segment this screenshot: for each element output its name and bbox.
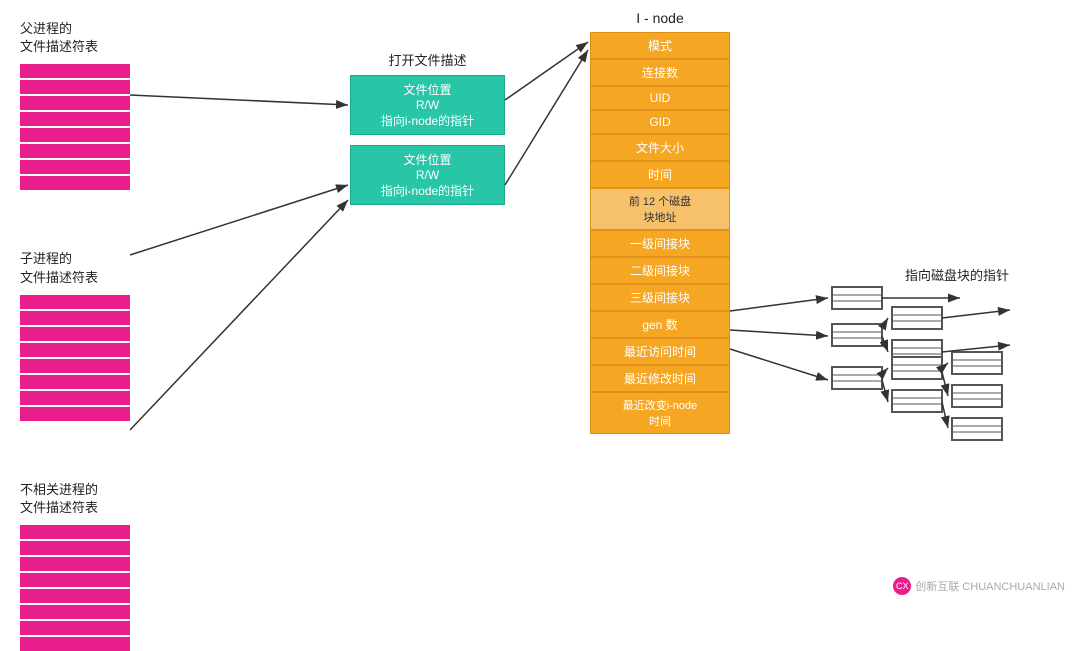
- fd-row: [20, 557, 130, 571]
- inode-mode: 模式: [590, 32, 730, 59]
- inode-gen: gen 数: [590, 311, 730, 338]
- inode-disk-addr: 前 12 个磁盘块地址: [590, 188, 730, 230]
- fd-row: [20, 621, 130, 635]
- fd-row: [20, 525, 130, 539]
- disk-block-level3-subsub1: [950, 350, 1010, 383]
- inode-section: I - node 模式 连接数 UID GID 文件大小 时间 前 12 个磁盘…: [590, 10, 730, 434]
- disk-block-level3-sub1: [890, 355, 950, 388]
- fd-row: [20, 64, 130, 78]
- open-file-entry-1: 文件位置 R/W 指向i-node的指针: [350, 75, 505, 135]
- fd-row: [20, 144, 130, 158]
- fd-row: [20, 295, 130, 309]
- unrelated-fd-table: [20, 525, 130, 651]
- inode-level2: 二级间接块: [590, 257, 730, 284]
- open-file-label: 打开文件描述: [350, 50, 505, 69]
- inode-level3: 三级间接块: [590, 284, 730, 311]
- open-file-position-2: 文件位置: [359, 151, 496, 168]
- open-file-rw-1: R/W: [359, 98, 496, 112]
- disk-block-level3-sub2: [890, 388, 950, 421]
- open-file-table: 文件位置 R/W 指向i-node的指针 文件位置 R/W 指向i-node的指…: [350, 75, 505, 205]
- fd-row: [20, 605, 130, 619]
- inode-table: 模式 连接数 UID GID 文件大小 时间 前 12 个磁盘块地址 一级间接块…: [590, 32, 730, 434]
- watermark-text: 创新互联 CHUANCHUANLIAN: [915, 578, 1065, 594]
- open-file-position-1: 文件位置: [359, 81, 496, 98]
- fd-row: [20, 407, 130, 421]
- inode-modify-time: 最近修改时间: [590, 365, 730, 392]
- parent-fd-label: 父进程的文件描述符表: [20, 20, 98, 56]
- inode-access-time: 最近访问时间: [590, 338, 730, 365]
- open-file-section: 打开文件描述 文件位置 R/W 指向i-node的指针 文件位置 R/W 指向i…: [350, 50, 505, 205]
- inode-links: 连接数: [590, 59, 730, 86]
- fd-row: [20, 176, 130, 190]
- unrelated-fd-group: 不相关进程的文件描述符表: [20, 481, 130, 651]
- fd-row: [20, 359, 130, 373]
- fd-row: [20, 327, 130, 341]
- inode-uid: UID: [590, 86, 730, 110]
- fd-row: [20, 160, 130, 174]
- diagram-container: 父进程的文件描述符表 子进程的文件描述符表: [0, 0, 1080, 605]
- fd-row: [20, 112, 130, 126]
- fd-row: [20, 96, 130, 110]
- disk-block-level3-subsub2: [950, 383, 1010, 416]
- disk-block-level3-subsub3: [950, 416, 1010, 449]
- fd-row: [20, 343, 130, 357]
- child-fd-table: [20, 295, 130, 421]
- inode-filesize: 文件大小: [590, 134, 730, 161]
- child-fd-group: 子进程的文件描述符表: [20, 250, 130, 420]
- fd-row: [20, 375, 130, 389]
- disk-block-level2a: [830, 322, 890, 355]
- open-file-rw-2: R/W: [359, 168, 496, 182]
- fd-row: [20, 573, 130, 587]
- inode-title: I - node: [590, 10, 730, 26]
- inode-level1: 一级间接块: [590, 230, 730, 257]
- disk-pointer-label: 指向磁盘块的指针: [905, 265, 1009, 284]
- inode-time: 时间: [590, 161, 730, 188]
- inode-change-time: 最近改变i-node时间: [590, 392, 730, 434]
- parent-fd-group: 父进程的文件描述符表: [20, 20, 130, 190]
- unrelated-fd-label: 不相关进程的文件描述符表: [20, 481, 98, 517]
- open-file-entry-2: 文件位置 R/W 指向i-node的指针: [350, 145, 505, 205]
- fd-row: [20, 128, 130, 142]
- fd-row: [20, 541, 130, 555]
- disk-block-level3: [830, 365, 890, 398]
- open-file-inode-ptr-2: 指向i-node的指针: [359, 182, 496, 199]
- disk-block-level2-sub1: [890, 305, 950, 338]
- fd-row: [20, 311, 130, 325]
- watermark-icon: CX: [893, 577, 911, 595]
- fd-tables-column: 父进程的文件描述符表 子进程的文件描述符表: [20, 20, 130, 651]
- fd-row: [20, 589, 130, 603]
- parent-fd-table: [20, 64, 130, 190]
- watermark: CX 创新互联 CHUANCHUANLIAN: [893, 577, 1065, 595]
- arrows-overlay: [0, 0, 1080, 605]
- open-file-inode-ptr-1: 指向i-node的指针: [359, 112, 496, 129]
- inode-gid: GID: [590, 110, 730, 134]
- fd-row: [20, 391, 130, 405]
- fd-row: [20, 637, 130, 651]
- child-fd-label: 子进程的文件描述符表: [20, 250, 98, 286]
- disk-block-level1: [830, 285, 890, 318]
- fd-row: [20, 80, 130, 94]
